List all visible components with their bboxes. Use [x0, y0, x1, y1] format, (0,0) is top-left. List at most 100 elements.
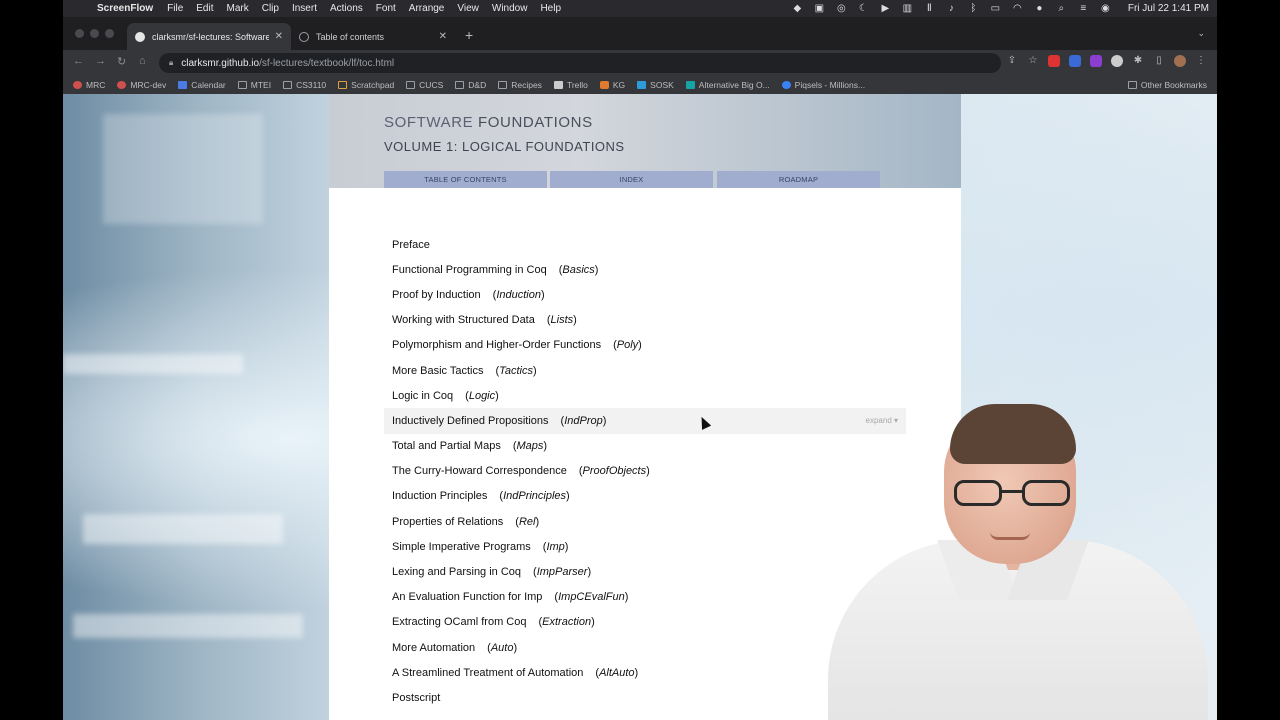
bluetooth-icon[interactable]: ᛒ [968, 3, 979, 14]
toc-chapter-title[interactable]: Postscript [392, 692, 440, 704]
siri-icon[interactable]: ◉ [1100, 3, 1111, 14]
menu-mark[interactable]: Mark [227, 3, 249, 14]
bookmark-item[interactable]: Scratchpad [338, 80, 394, 90]
toc-row[interactable]: Functional Programming in Coq (Basics) [384, 257, 906, 282]
battery-icon[interactable]: ▭ [990, 3, 1001, 14]
toc-chapter-title[interactable]: Simple Imperative Programs [392, 541, 531, 553]
toc-module-label: Tactics [499, 364, 533, 377]
dropbox-icon[interactable]: ◆ [792, 3, 803, 14]
extension-icon[interactable] [1069, 55, 1081, 67]
close-window-icon[interactable] [75, 29, 84, 38]
close-tab-icon[interactable]: ✕ [275, 31, 283, 42]
toc-chapter-title[interactable]: Induction Principles [392, 490, 487, 502]
nav-roadmap[interactable]: ROADMAP [717, 171, 880, 188]
bookmark-folder[interactable]: CUCS [406, 80, 443, 90]
sidebar-toggle-icon[interactable]: ▥ [902, 3, 913, 14]
toc-chapter-title[interactable]: Total and Partial Maps [392, 440, 501, 452]
home-icon[interactable]: ⌂ [139, 55, 146, 67]
bookmark-folder[interactable]: MTEI [237, 80, 271, 90]
toc-chapter-title[interactable]: More Basic Tactics [392, 365, 484, 377]
minimize-window-icon[interactable] [90, 29, 99, 38]
bookmark-item[interactable]: Trello [553, 80, 588, 90]
tab-sf-lectures[interactable]: clarksmr/sf-lectures: Software ✕ [127, 23, 291, 50]
bookmark-item[interactable]: Piqsels - Millions... [781, 80, 865, 90]
toc-chapter-title[interactable]: The Curry-Howard Correspondence [392, 465, 567, 477]
extension-icon[interactable] [1048, 55, 1060, 67]
share-icon[interactable]: ⇪ [1006, 55, 1018, 67]
tab-table-of-contents[interactable]: Table of contents ✕ [291, 23, 455, 50]
toc-row[interactable]: Proof by Induction (Induction) [384, 282, 906, 307]
bookmark-item[interactable]: MRC [73, 80, 105, 90]
toc-chapter-title[interactable]: Preface [392, 239, 430, 251]
toc-chapter-title[interactable]: An Evaluation Function for Imp [392, 591, 542, 603]
apple-menu-icon[interactable] [71, 3, 83, 15]
other-bookmarks-folder[interactable]: Other Bookmarks [1127, 80, 1207, 90]
tab-search-chevron-icon[interactable]: ⌄ [1197, 28, 1205, 39]
toc-row[interactable]: Polymorphism and Higher-Order Functions (… [384, 333, 906, 358]
toc-chapter-title[interactable]: Proof by Induction [392, 289, 481, 301]
menu-window[interactable]: Window [492, 3, 528, 14]
search-icon[interactable]: ⌕ [1056, 3, 1067, 14]
wifi-icon[interactable]: ◠ [1012, 3, 1023, 14]
toc-chapter-title[interactable]: Lexing and Parsing in Coq [392, 566, 521, 578]
extension-icon[interactable] [1111, 55, 1123, 67]
pause-icon[interactable]: Ⅱ [924, 3, 935, 14]
menu-actions[interactable]: Actions [330, 3, 363, 14]
screenflow-record-icon[interactable]: ▣ [814, 3, 825, 14]
address-bar[interactable]: 🔒︎ clarksmr.github.io /sf-lectures/textb… [159, 53, 1001, 73]
menu-file[interactable]: File [167, 3, 183, 14]
forward-icon[interactable]: → [95, 55, 106, 67]
menu-font[interactable]: Font [376, 3, 396, 14]
play-icon[interactable]: ▶ [880, 3, 891, 14]
menubar-clock[interactable]: Fri Jul 22 1:41 PM [1128, 3, 1209, 14]
toc-chapter-title[interactable]: Functional Programming in Coq [392, 264, 547, 276]
menu-arrange[interactable]: Arrange [409, 3, 445, 14]
toc-row[interactable]: Working with Structured Data (Lists) [384, 308, 906, 333]
nav-table-of-contents[interactable]: TABLE OF CONTENTS [384, 171, 547, 188]
toc-chapter-title[interactable]: Polymorphism and Higher-Order Functions [392, 339, 601, 351]
lock-icon[interactable]: 🔒︎ [169, 58, 173, 68]
reload-icon[interactable]: ↻ [117, 55, 126, 68]
volume-icon[interactable]: ♪ [946, 3, 957, 14]
nav-index[interactable]: INDEX [550, 171, 713, 188]
toc-chapter-title[interactable]: Inductively Defined Propositions [392, 415, 549, 427]
menu-view[interactable]: View [457, 3, 479, 14]
menu-clip[interactable]: Clip [262, 3, 279, 14]
folder-icon [455, 81, 465, 89]
profile-avatar[interactable] [1174, 55, 1186, 67]
toc-chapter-title[interactable]: Extracting OCaml from Coq [392, 616, 526, 628]
site-title[interactable]: SOFTWARE FOUNDATIONS [384, 114, 593, 131]
bookmark-folder[interactable]: Recipes [498, 80, 542, 90]
bookmark-item[interactable]: Alternative Big O... [685, 80, 770, 90]
menu-insert[interactable]: Insert [292, 3, 317, 14]
bookmark-item[interactable]: Calendar [178, 80, 226, 90]
bookmark-item[interactable]: MRC-dev [117, 80, 166, 90]
extensions-puzzle-icon[interactable]: ✱ [1132, 55, 1144, 67]
bookmark-folder[interactable]: D&D [455, 80, 486, 90]
more-menu-icon[interactable]: ⋮ [1195, 55, 1207, 67]
toc-chapter-title[interactable]: Properties of Relations [392, 516, 503, 528]
bookmark-folder[interactable]: CS3110 [283, 80, 326, 90]
bookmark-item[interactable]: KG [599, 80, 625, 90]
menubar-app-name[interactable]: ScreenFlow [97, 3, 153, 14]
side-panel-icon[interactable]: ▯ [1153, 55, 1165, 67]
moon-icon[interactable]: ☾ [858, 3, 869, 14]
menu-edit[interactable]: Edit [196, 3, 213, 14]
bookmark-item[interactable]: SOSK [637, 80, 674, 90]
bookmark-star-icon[interactable]: ☆ [1027, 55, 1039, 67]
toc-row[interactable]: More Basic Tactics (Tactics) [384, 358, 906, 383]
menu-help[interactable]: Help [540, 3, 561, 14]
back-icon[interactable]: ← [73, 55, 84, 67]
toc-chapter-title[interactable]: A Streamlined Treatment of Automation [392, 667, 583, 679]
toc-row[interactable]: Preface [384, 232, 906, 257]
toc-chapter-title[interactable]: More Automation [392, 642, 475, 654]
sync-icon[interactable]: ◎ [836, 3, 847, 14]
maximize-window-icon[interactable] [105, 29, 114, 38]
extension-icon[interactable] [1090, 55, 1102, 67]
control-center-icon[interactable]: ≡ [1078, 3, 1089, 14]
new-tab-icon[interactable]: + [465, 27, 473, 43]
toc-chapter-title[interactable]: Logic in Coq [392, 390, 453, 402]
close-tab-icon[interactable]: ✕ [439, 31, 447, 42]
toc-chapter-title[interactable]: Working with Structured Data [392, 314, 535, 326]
user-icon[interactable]: ● [1034, 3, 1045, 14]
